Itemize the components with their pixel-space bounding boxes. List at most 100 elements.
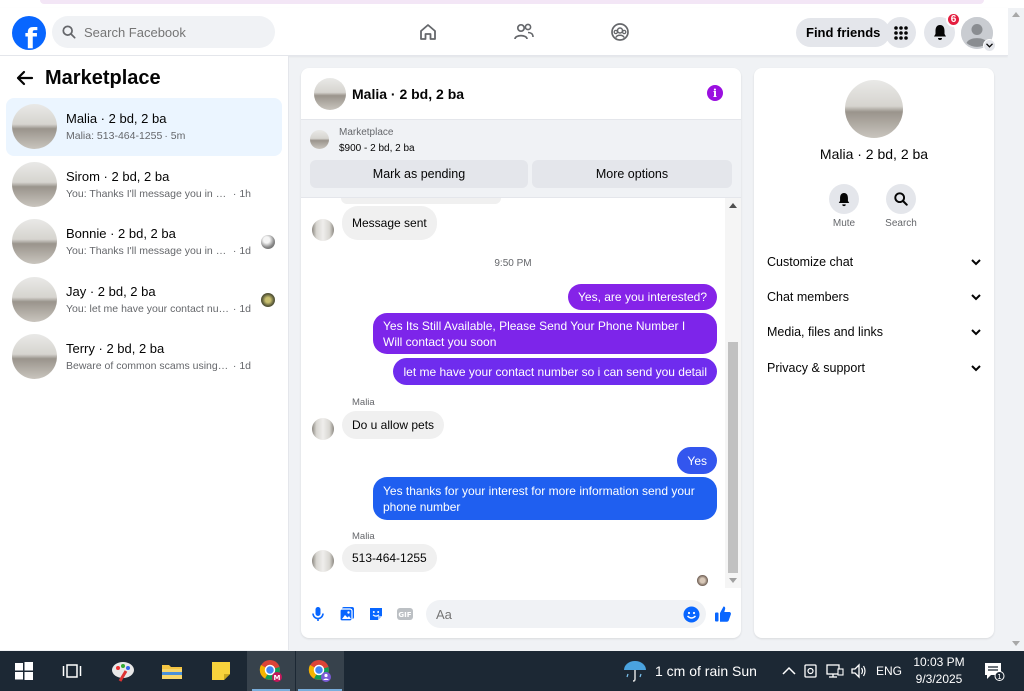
- grid-menu-icon: [893, 25, 908, 40]
- volume-icon[interactable]: [845, 657, 873, 685]
- svg-text:M: M: [274, 674, 281, 682]
- friends-nav-button[interactable]: [476, 16, 572, 48]
- seen-avatar: [261, 292, 275, 307]
- conversation-item[interactable]: Terry · 2 bd, 2 ba Beware of common scam…: [6, 328, 282, 386]
- conversation-time: · 5m: [164, 130, 186, 143]
- back-button[interactable]: [16, 68, 36, 88]
- seen-avatar: [261, 235, 275, 249]
- listing-thumbnail[interactable]: [310, 130, 329, 149]
- listing-price[interactable]: $900 - 2 bd, 2 ba: [339, 143, 415, 154]
- marketplace-sidebar: Marketplace Malia · 2 bd, 2 ba Malia: 51…: [0, 56, 289, 650]
- message-input[interactable]: [426, 600, 706, 628]
- marketplace-label: Marketplace: [339, 127, 394, 138]
- thumbs-up-icon[interactable]: [714, 605, 732, 623]
- mute-label: Mute: [832, 218, 856, 229]
- listing-thumbnail: [12, 104, 57, 150]
- conversation-title: Sirom · 2 bd, 2 ba: [66, 168, 170, 184]
- find-friends-button[interactable]: Find friends: [796, 18, 891, 47]
- gif-icon[interactable]: GIF: [396, 605, 414, 623]
- action-center-icon[interactable]: 1: [980, 657, 1008, 685]
- sender-avatar: [312, 219, 334, 241]
- info-icon[interactable]: i: [707, 85, 723, 101]
- search-input[interactable]: [84, 24, 254, 40]
- chevron-down-icon: [971, 258, 981, 265]
- chevron-down-icon: [971, 364, 981, 371]
- search-label: Search: [885, 218, 917, 229]
- bell-icon: [933, 25, 946, 40]
- windows-taskbar: M 1 cm of rain Sun ENG 10:03 PM 9/3/2025…: [0, 651, 1024, 691]
- message-bubble-incoming[interactable]: Do u allow pets: [342, 411, 445, 439]
- file-explorer-icon[interactable]: [158, 657, 186, 685]
- home-nav-button[interactable]: [380, 16, 476, 48]
- search-box[interactable]: [52, 16, 275, 48]
- sticker-icon[interactable]: [367, 605, 385, 623]
- contact-avatar[interactable]: [845, 80, 903, 138]
- page-title: Marketplace: [45, 66, 161, 89]
- mute-button[interactable]: Mute: [819, 184, 869, 229]
- facebook-logo[interactable]: f: [12, 16, 46, 50]
- friends-icon: [514, 23, 534, 40]
- arrow-left-icon: [16, 70, 34, 86]
- chat-title[interactable]: Malia · 2 bd, 2 ba: [352, 86, 464, 102]
- conversation-time: · 1d: [232, 360, 251, 373]
- message-bubble-outgoing[interactable]: Yes: [677, 447, 717, 474]
- conversation-time: · 1h: [232, 187, 251, 200]
- paint-app-icon[interactable]: [109, 657, 137, 685]
- conversation-time: · 1d: [232, 245, 251, 258]
- chat-panel: Malia · 2 bd, 2 ba i Marketplace $900 - …: [301, 68, 741, 638]
- task-view-icon[interactable]: [58, 657, 86, 685]
- conversation-item[interactable]: Bonnie · 2 bd, 2 ba You: Thanks I'll mes…: [6, 213, 282, 271]
- listing-thumbnail: [12, 334, 57, 380]
- chat-scrollbar[interactable]: [725, 198, 741, 588]
- conversation-item[interactable]: Sirom · 2 bd, 2 ba You: Thanks I'll mess…: [6, 156, 282, 214]
- chat-members-item[interactable]: Chat members: [767, 287, 981, 307]
- sticky-notes-icon[interactable]: [207, 657, 235, 685]
- message-bubble-incoming[interactable]: 513-464-1255: [342, 544, 437, 572]
- conversation-title: Terry · 2 bd, 2 ba: [66, 341, 165, 357]
- clock-date[interactable]: 9/3/2025: [906, 672, 972, 686]
- message-bubble-outgoing[interactable]: Yes thanks for your interest for more in…: [373, 477, 717, 520]
- notifications-button[interactable]: 6: [924, 12, 961, 48]
- listing-thumbnail: [12, 276, 57, 322]
- windows-start-icon[interactable]: [10, 657, 38, 685]
- conversation-item[interactable]: Malia · 2 bd, 2 ba Malia: 513-464-1255 · …: [6, 98, 282, 156]
- language-indicator[interactable]: ENG: [876, 664, 902, 678]
- conversation-preview: Beware of common scams using pay...: [66, 360, 231, 373]
- chrome-m-icon[interactable]: M: [257, 657, 285, 685]
- message-timestamp: 9:50 PM: [494, 258, 532, 269]
- media-files-links-item[interactable]: Media, files and links: [767, 322, 981, 342]
- conversation-item[interactable]: Jay · 2 bd, 2 ba You: let me have your c…: [6, 271, 282, 329]
- account-profile-button[interactable]: [961, 17, 996, 52]
- more-options-button[interactable]: More options: [532, 160, 732, 188]
- previous-message-bubble: [341, 198, 501, 204]
- weather-rain-icon[interactable]: [621, 657, 649, 685]
- message-bubble-outgoing[interactable]: Yes Its Still Available, Please Send You…: [373, 313, 717, 354]
- message-bubble-outgoing[interactable]: let me have your contact number so i can…: [393, 358, 717, 385]
- listing-thumbnail: [12, 161, 57, 207]
- notification-badge: 6: [946, 12, 961, 27]
- menu-button[interactable]: [885, 17, 916, 48]
- sender-name: Malia: [352, 531, 375, 542]
- privacy-support-item[interactable]: Privacy & support: [767, 358, 981, 378]
- chrome-icon[interactable]: [306, 657, 334, 685]
- message-bubble-outgoing[interactable]: Yes, are you interested?: [568, 284, 717, 310]
- emoji-icon[interactable]: [682, 605, 700, 623]
- groups-nav-button[interactable]: [572, 16, 668, 48]
- chat-avatar[interactable]: [314, 77, 346, 110]
- conversation-time: · 1d: [232, 302, 251, 315]
- mark-as-pending-button[interactable]: Mark as pending: [310, 160, 528, 188]
- search-in-conversation-button[interactable]: Search: [876, 184, 926, 229]
- search-icon: [894, 192, 908, 206]
- photo-gallery-icon[interactable]: [338, 605, 356, 623]
- weather-text[interactable]: 1 cm of rain Sun: [655, 663, 757, 679]
- message-bubble-incoming[interactable]: Message sent: [342, 206, 437, 240]
- conversation-preview: You: Thanks I'll message you in a m...: [66, 245, 231, 258]
- message-list: Message sent 9:50 PM Yes, are you intere…: [301, 198, 725, 588]
- clock-time[interactable]: 10:03 PM: [906, 655, 972, 669]
- customize-chat-item[interactable]: Customize chat: [767, 252, 981, 272]
- marketplace-listing-bar: Marketplace $900 - 2 bd, 2 ba Mark as pe…: [301, 120, 741, 198]
- page-scrollbar[interactable]: [1008, 8, 1024, 650]
- svg-text:1: 1: [997, 673, 1001, 681]
- microphone-icon[interactable]: [309, 605, 327, 623]
- chevron-down-icon: [983, 39, 996, 52]
